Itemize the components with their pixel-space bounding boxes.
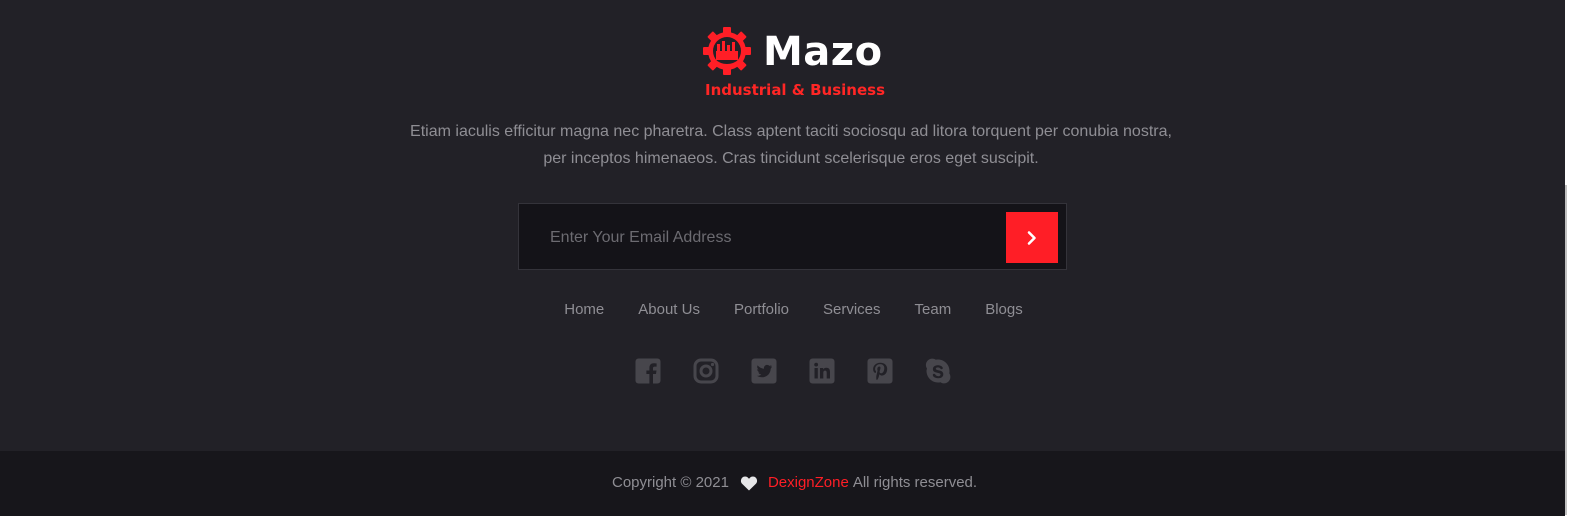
dexignzone-link[interactable]: DexignZone bbox=[768, 473, 849, 493]
copyright: Copyright © 2021 DexignZone All rights r… bbox=[612, 473, 977, 493]
subscribe-button[interactable] bbox=[1006, 212, 1058, 263]
instagram-icon[interactable] bbox=[693, 358, 719, 384]
scrollbar-thumb[interactable] bbox=[1565, 185, 1567, 515]
rights-text: All rights reserved. bbox=[852, 474, 978, 491]
gear-factory-logo-icon bbox=[703, 27, 751, 75]
copyright-text: Copyright © 2021 bbox=[612, 474, 729, 491]
social-links bbox=[635, 358, 951, 384]
nav-link-home[interactable]: Home bbox=[564, 300, 604, 320]
footer-nav: Home About Us Portfolio Services Team Bl… bbox=[0, 300, 1587, 320]
facebook-icon[interactable] bbox=[635, 358, 661, 384]
twitter-icon[interactable] bbox=[751, 358, 777, 384]
nav-link-about-us[interactable]: About Us bbox=[638, 300, 700, 320]
heart-icon bbox=[740, 476, 758, 491]
skype-icon[interactable] bbox=[925, 358, 951, 384]
linkedin-icon[interactable] bbox=[809, 358, 835, 384]
brand-tagline: Industrial & Business bbox=[705, 81, 885, 99]
nav-link-blogs[interactable]: Blogs bbox=[985, 300, 1023, 320]
nav-link-portfolio[interactable]: Portfolio bbox=[734, 300, 789, 320]
nav-link-services[interactable]: Services bbox=[823, 300, 881, 320]
footer-main: Mazo Industrial & Business Etiam iaculis… bbox=[0, 0, 1565, 451]
footer-description: Etiam iaculis efficitur magna nec pharet… bbox=[410, 123, 1172, 167]
scrollbar[interactable] bbox=[1565, 0, 1587, 516]
newsletter-form bbox=[518, 203, 1067, 270]
brand-name: Mazo bbox=[763, 29, 883, 75]
chevron-right-icon bbox=[1027, 230, 1036, 245]
email-input[interactable] bbox=[548, 218, 992, 258]
footer-page: Mazo Industrial & Business Etiam iaculis… bbox=[0, 0, 1587, 516]
logo[interactable]: Mazo Industrial & Business bbox=[703, 27, 893, 101]
pinterest-icon[interactable] bbox=[867, 358, 893, 384]
nav-link-team[interactable]: Team bbox=[915, 300, 952, 320]
